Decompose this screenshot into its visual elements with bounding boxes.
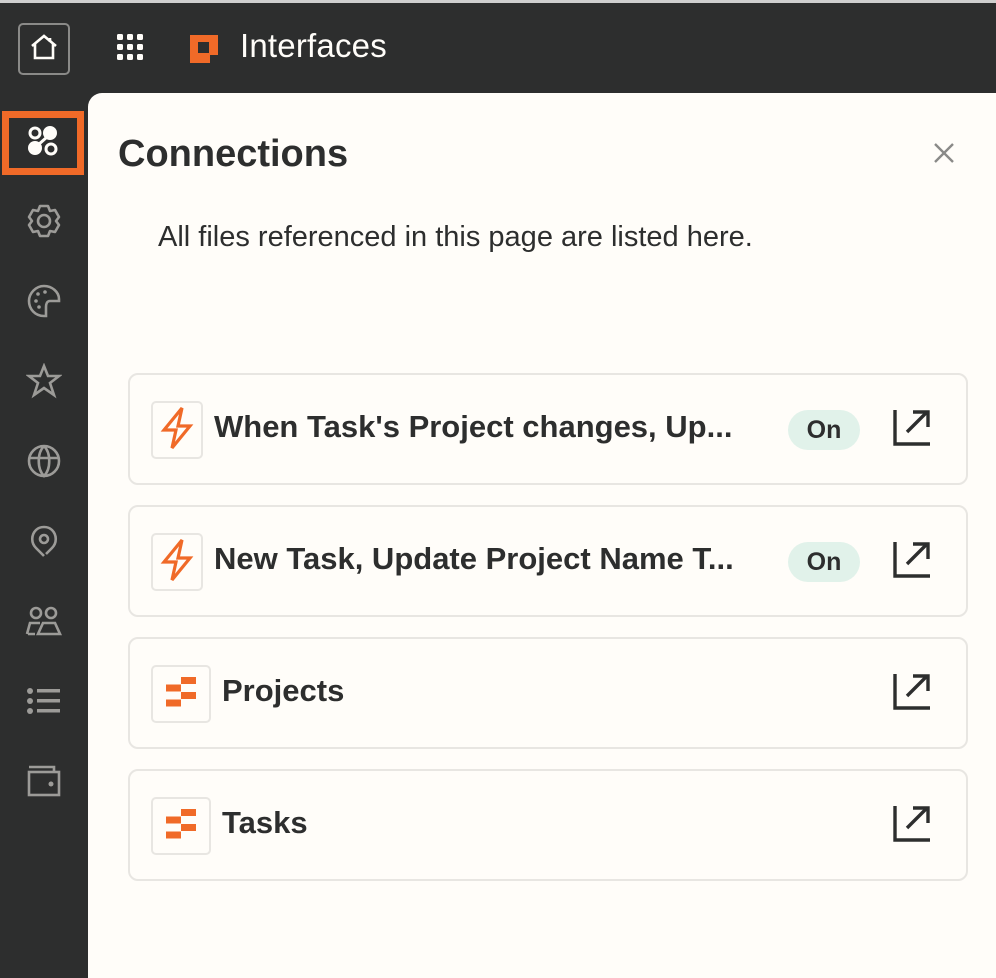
table-icon-box [151, 797, 211, 855]
zap-bolt-icon [160, 406, 194, 455]
connection-card[interactable]: When Task's Project changes, Up... On [128, 373, 968, 485]
connection-card[interactable]: New Task, Update Project Name T... On [128, 505, 968, 617]
home-button[interactable] [18, 23, 70, 75]
connection-label: When Task's Project changes, Up... [214, 409, 733, 444]
panel-title: Connections [118, 133, 349, 175]
connection-card[interactable]: Tasks [128, 769, 968, 881]
zap-icon-box [151, 401, 203, 459]
connections-icon [27, 125, 59, 162]
zap-bolt-icon [160, 538, 194, 587]
map-pin-icon [26, 523, 62, 564]
open-external-icon [893, 804, 931, 847]
sidebar [0, 93, 88, 978]
grid-dots-icon [116, 33, 144, 66]
connection-card[interactable]: Projects [128, 637, 968, 749]
sidebar-item-users[interactable] [0, 591, 88, 655]
open-external-button[interactable] [892, 541, 932, 581]
users-icon [25, 603, 63, 644]
connection-label: Projects [222, 673, 345, 708]
top-bar: Interfaces [0, 3, 996, 93]
table-icon [166, 808, 196, 844]
apps-menu-button[interactable] [112, 31, 148, 67]
gear-icon [26, 203, 62, 244]
status-badge: On [788, 410, 860, 450]
app-title: Interfaces [240, 27, 387, 64]
close-icon [933, 142, 955, 169]
open-external-icon [893, 672, 931, 715]
globe-icon [26, 443, 62, 484]
status-badge: On [788, 542, 860, 582]
sidebar-item-favorites[interactable] [0, 351, 88, 415]
sidebar-item-list[interactable] [0, 671, 88, 735]
sidebar-item-domain[interactable] [0, 431, 88, 495]
list-icon [26, 686, 62, 721]
wallet-icon [26, 763, 62, 804]
zap-icon-box [151, 533, 203, 591]
open-external-button[interactable] [892, 409, 932, 449]
sidebar-item-connections[interactable] [2, 111, 84, 175]
connection-label: Tasks [222, 805, 308, 840]
sidebar-item-theme[interactable] [0, 271, 88, 335]
interfaces-logo-icon [190, 35, 218, 63]
sidebar-item-settings[interactable] [0, 191, 88, 255]
sidebar-item-billing[interactable] [0, 751, 88, 815]
home-icon [30, 33, 58, 65]
panel-description: All files referenced in this page are li… [158, 221, 753, 253]
open-external-icon [893, 408, 931, 451]
table-icon-box [151, 665, 211, 723]
palette-icon [26, 283, 62, 324]
open-external-button[interactable] [892, 673, 932, 713]
open-external-button[interactable] [892, 805, 932, 845]
connections-panel: Connections All files referenced in this… [88, 93, 996, 978]
star-icon [25, 361, 63, 404]
table-icon [166, 676, 196, 712]
open-external-icon [893, 540, 931, 583]
sidebar-item-location[interactable] [0, 511, 88, 575]
connection-label: New Task, Update Project Name T... [214, 541, 734, 576]
close-button[interactable] [930, 141, 958, 169]
